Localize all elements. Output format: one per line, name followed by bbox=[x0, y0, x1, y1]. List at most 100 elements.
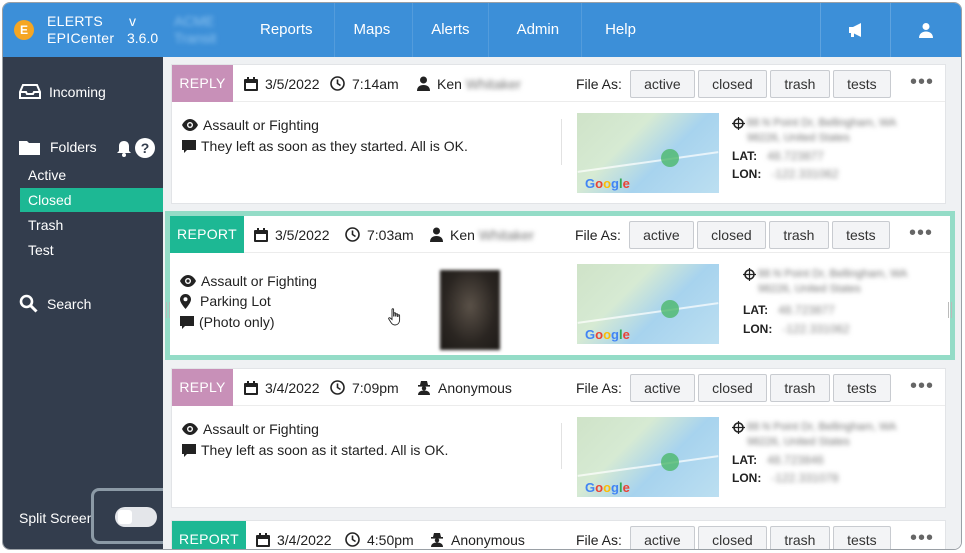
file-active-button[interactable]: active bbox=[628, 220, 694, 249]
file-tests-button[interactable]: tests bbox=[832, 525, 891, 549]
type-badge: REPLY bbox=[172, 369, 233, 406]
anonymous-icon bbox=[431, 533, 443, 547]
type-badge: REPORT bbox=[172, 521, 246, 549]
more-options-button[interactable]: ••• bbox=[910, 527, 934, 549]
report-card[interactable]: REPORT 3/4/2022 4:50pm Anonymous File As… bbox=[171, 520, 946, 549]
location-map[interactable]: Google bbox=[577, 113, 719, 193]
file-trash-button[interactable]: trash bbox=[769, 373, 830, 402]
file-trash-button[interactable]: trash bbox=[768, 220, 829, 249]
file-as-group: File As: active closed trash tests bbox=[575, 216, 893, 253]
sidebar-item-test[interactable]: Test bbox=[20, 238, 163, 262]
address-text: 88 N Point Dr, Bellingham, WA 98226, Unit… bbox=[747, 117, 897, 144]
report-card[interactable]: REPLY 3/4/2022 7:09pm Anonymous File As:… bbox=[171, 368, 946, 508]
file-closed-button[interactable]: closed bbox=[697, 373, 767, 402]
location-map[interactable]: Google bbox=[577, 417, 719, 497]
more-options-button[interactable]: ••• bbox=[910, 375, 934, 398]
card-date: 3/5/2022 bbox=[244, 65, 320, 102]
file-tests-button[interactable]: tests bbox=[832, 373, 891, 402]
main-nav: Reports Maps Alerts Admin Help bbox=[239, 3, 672, 57]
file-tests-button[interactable]: tests bbox=[831, 220, 890, 249]
file-trash-button[interactable]: trash bbox=[769, 525, 830, 549]
card-user: Anonymous bbox=[430, 521, 525, 549]
hand-cursor-icon bbox=[388, 308, 401, 326]
card-header: REPORT 3/4/2022 4:50pm Anonymous File As… bbox=[172, 521, 945, 549]
report-photo[interactable] bbox=[440, 270, 500, 350]
eye-icon bbox=[182, 119, 198, 131]
calendar-icon bbox=[256, 532, 270, 547]
google-logo: Google bbox=[585, 480, 630, 495]
report-card[interactable]: REPLY 3/5/2022 7:14am Ken Whitaker File … bbox=[171, 64, 946, 204]
comment-icon bbox=[182, 443, 196, 457]
client-name: ACME Transit bbox=[174, 13, 217, 46]
card-user: Ken Whitaker bbox=[430, 216, 534, 253]
nav-help[interactable]: Help bbox=[581, 3, 672, 57]
google-logo: Google bbox=[585, 327, 630, 342]
report-feed[interactable]: REPLY 3/5/2022 7:14am Ken Whitaker File … bbox=[163, 57, 961, 549]
app-window: E ELERTS EPICenter v 3.6.0 ACME Transit … bbox=[2, 2, 962, 550]
file-closed-button[interactable]: closed bbox=[697, 525, 767, 549]
incident-type: Assault or Fighting bbox=[182, 117, 319, 133]
file-active-button[interactable]: active bbox=[629, 69, 695, 98]
right-resize-handle[interactable] bbox=[948, 302, 952, 318]
more-options-button[interactable]: ••• bbox=[910, 71, 934, 94]
sidebar: Incoming Folders ? Active Closed Trash T… bbox=[3, 57, 189, 549]
card-header: REPORT 3/5/2022 7:03am Ken Whitaker File… bbox=[170, 216, 950, 253]
top-bar: E ELERTS EPICenter v 3.6.0 ACME Transit … bbox=[3, 3, 961, 57]
megaphone-icon bbox=[848, 23, 861, 37]
card-header: REPLY 3/5/2022 7:14am Ken Whitaker File … bbox=[172, 65, 945, 102]
nav-maps[interactable]: Maps bbox=[333, 3, 413, 57]
more-options-button[interactable]: ••• bbox=[909, 222, 933, 245]
anonymous-icon bbox=[418, 381, 430, 395]
file-active-button[interactable]: active bbox=[629, 373, 695, 402]
file-tests-button[interactable]: tests bbox=[832, 69, 891, 98]
nav-reports[interactable]: Reports bbox=[239, 3, 334, 57]
user-icon bbox=[918, 23, 933, 38]
sidebar-search[interactable]: Search bbox=[19, 294, 91, 313]
type-badge: REPLY bbox=[172, 65, 233, 102]
latitude: LAT: 48.723846 bbox=[732, 453, 824, 467]
file-trash-button[interactable]: trash bbox=[769, 69, 830, 98]
elerts-logo-icon[interactable]: E bbox=[14, 20, 34, 40]
sidebar-incoming[interactable]: Incoming bbox=[19, 83, 106, 100]
left-resize-handle[interactable] bbox=[166, 302, 170, 318]
map-pin-icon bbox=[661, 149, 679, 167]
google-logo: Google bbox=[585, 176, 630, 191]
map-pin-icon bbox=[661, 453, 679, 471]
file-closed-button[interactable]: closed bbox=[697, 69, 767, 98]
help-icon[interactable]: ? bbox=[135, 138, 155, 158]
clock-icon bbox=[330, 76, 345, 91]
report-card-selected[interactable]: REPORT 3/5/2022 7:03am Ken Whitaker File… bbox=[165, 211, 955, 360]
nav-admin[interactable]: Admin bbox=[487, 3, 582, 57]
message-text: (Photo only) bbox=[180, 314, 274, 330]
card-time: 4:50pm bbox=[345, 521, 414, 549]
crosshair-icon bbox=[732, 421, 745, 434]
longitude: LON: -122.331062 bbox=[743, 322, 850, 336]
bell-icon[interactable] bbox=[116, 140, 132, 157]
eye-icon bbox=[182, 423, 198, 435]
user-button[interactable] bbox=[890, 3, 960, 57]
clock-icon bbox=[345, 227, 360, 242]
sidebar-item-closed[interactable]: Closed bbox=[20, 188, 163, 212]
card-date: 3/5/2022 bbox=[254, 216, 330, 253]
address-text: 88 N Point Dr, Bellingham, WA 98226, Unit… bbox=[758, 268, 908, 295]
location-map[interactable]: Google bbox=[577, 264, 719, 344]
calendar-icon bbox=[244, 380, 258, 395]
svg-text:?: ? bbox=[141, 140, 150, 156]
announce-button[interactable] bbox=[820, 3, 890, 57]
address-text: 88 N Point Dr, Bellingham, WA 98226, Unit… bbox=[747, 421, 897, 448]
sidebar-item-active[interactable]: Active bbox=[20, 163, 163, 187]
brand-name: ELERTS EPICenter bbox=[47, 13, 115, 46]
file-closed-button[interactable]: closed bbox=[696, 220, 766, 249]
latitude: LAT: 48.723877 bbox=[732, 149, 824, 163]
nav-alerts[interactable]: Alerts bbox=[412, 3, 487, 57]
comment-icon bbox=[182, 139, 196, 153]
card-date: 3/4/2022 bbox=[244, 369, 320, 406]
file-active-button[interactable]: active bbox=[629, 525, 695, 549]
sidebar-item-trash[interactable]: Trash bbox=[20, 213, 163, 237]
search-icon bbox=[19, 294, 38, 313]
card-user: Ken Whitaker bbox=[417, 65, 521, 102]
card-date: 3/4/2022 bbox=[256, 521, 332, 549]
latitude: LAT: 48.723877 bbox=[743, 303, 835, 317]
split-screen-toggle[interactable] bbox=[115, 507, 157, 527]
folder-icon bbox=[19, 141, 40, 155]
